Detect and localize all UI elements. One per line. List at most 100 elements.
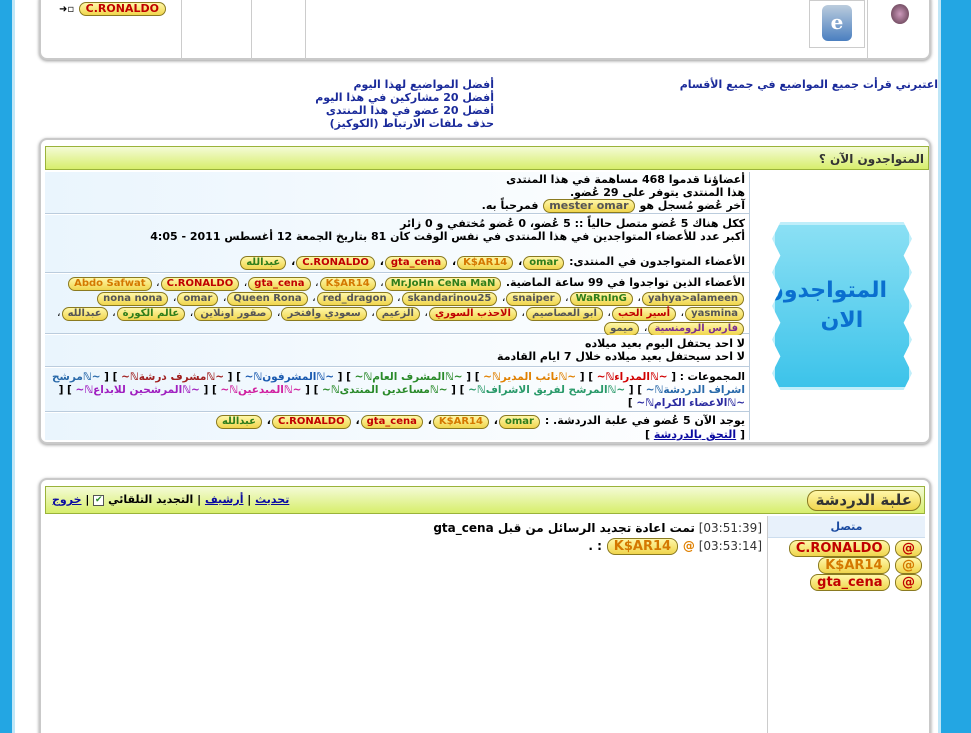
- member-pill[interactable]: omar: [523, 256, 565, 270]
- chat-user[interactable]: @ gta_cena: [768, 574, 923, 591]
- chat-archive-link[interactable]: أرشيف: [205, 493, 244, 506]
- member-pill[interactable]: عبدالله: [61, 307, 108, 321]
- member-pill[interactable]: nona nona: [97, 292, 169, 306]
- member-pill[interactable]: snaiper: [506, 292, 561, 306]
- author-pill[interactable]: C.RONALDO: [78, 2, 166, 16]
- chatbox-header: علبة الدردشة تحديث | أرشيف | التجديد الت…: [45, 486, 925, 514]
- link-delete-cookies[interactable]: حذف ملفات الارتباط (الكوكيز): [315, 117, 494, 130]
- member-pill[interactable]: الزعيم: [375, 307, 420, 321]
- stats-posts: أعضاؤنا قدموا 468 مساهمة في هذا المنتدى: [506, 173, 745, 186]
- group-link[interactable]: للابداعℕ~: [76, 384, 126, 396]
- group-link[interactable]: ~ℕالاعضاء الكرامℕ~: [636, 397, 745, 409]
- chat-online-row: يوجد الآن 5 عُضو في علبة الدردشة. : omar…: [45, 413, 749, 441]
- presence-members: الأعضاء المتواجدون في المنتدى: omar، K$A…: [49, 255, 745, 270]
- member-pill[interactable]: Mr.JoHn CeNa MaN: [384, 277, 502, 291]
- member-pill[interactable]: C.RONALDO: [271, 415, 351, 429]
- at-icon: @: [895, 557, 922, 574]
- member-pill[interactable]: عبدالله: [215, 415, 262, 429]
- online-now-text: المتواجدون الان: [765, 278, 887, 333]
- member-pill[interactable]: C.RONALDO: [160, 277, 240, 291]
- chat-logout-link[interactable]: خروج: [52, 493, 82, 506]
- member-pill[interactable]: C.RONALDO: [296, 256, 375, 270]
- member-pill[interactable]: WaRnInG: [569, 292, 633, 306]
- whos-online-box: المتواجدون الآن ؟ المتواجدون الان أعضاؤن…: [39, 138, 931, 444]
- stats-row: أعضاؤنا قدموا 468 مساهمة في هذا المنتدى …: [45, 172, 749, 214]
- member-pill[interactable]: سعودي وافتخر: [281, 307, 367, 321]
- link-top20-posters-today[interactable]: أفضل 20 مشاركين في هذا اليوم: [315, 91, 494, 104]
- birthday-today: لا احد يحتفل اليوم بعيد ميلاده: [585, 337, 745, 350]
- top-profile-strip: e ➜▫ C.RONALDO: [39, 0, 931, 60]
- at-icon: @: [895, 574, 922, 591]
- forum-page: e ➜▫ C.RONALDO اعتبرني قرأت جميع المواضي…: [12, 0, 941, 733]
- mark-read-link[interactable]: اعتبرني قرأت جميع المواضيع في جميع الأقس…: [680, 78, 938, 91]
- group-link[interactable]: ~ℕمشرف درشةℕ~: [121, 371, 224, 383]
- member-pill[interactable]: ابو العصاصيم: [525, 307, 603, 321]
- arrow-icon: ➜▫: [59, 4, 75, 15]
- stats-members: هذا المنتدى يتوفر على 29 عُضو.: [569, 186, 745, 199]
- chatbox-toolbar: تحديث | أرشيف | التجديد التلقائي ✔ | خرو…: [52, 493, 290, 506]
- chat-online-label: يوجد الآن 5 عُضو في علبة الدردشة. :: [544, 414, 745, 427]
- author-cell: ➜▫ C.RONALDO: [59, 2, 167, 16]
- whos-online-title: المتواجدون الآن ؟: [818, 152, 924, 166]
- presence-row: ككل هناك 5 عُضو متصل حالياً :: 5 عُضو، 0…: [45, 215, 749, 273]
- link-top20-members[interactable]: أفضل 20 عضو في هذا المنتدى: [315, 104, 494, 117]
- online-info: أعضاؤنا قدموا 468 مساهمة في هذا المنتدى …: [45, 172, 749, 441]
- member-pill[interactable]: gta_cena: [248, 277, 311, 291]
- member-pill[interactable]: ميمو: [604, 322, 640, 336]
- quick-links: أفضل المواضيع لهذا اليوم أفضل 20 مشاركين…: [315, 78, 494, 130]
- link-top-topics-today[interactable]: أفضل المواضيع لهذا اليوم: [315, 78, 494, 91]
- chatbox: علبة الدردشة تحديث | أرشيف | التجديد الت…: [39, 478, 931, 733]
- last24-label: الأعضاء الذين تواجدوا في 99 ساعة الماضية…: [505, 276, 745, 289]
- chat-message: [03:51:39] تمت اعادة تجديد الرسائل من قب…: [433, 521, 762, 535]
- member-pill[interactable]: omar: [177, 292, 219, 306]
- chat-message: [03:53:14] @ K$AR14 : .: [588, 538, 762, 555]
- member-pill[interactable]: red_dragon: [316, 292, 393, 306]
- member-pill[interactable]: الاحذب السوري: [428, 307, 517, 321]
- member-pill[interactable]: skandarinou25: [401, 292, 498, 306]
- member-pill[interactable]: عالم الكورة: [116, 307, 186, 321]
- chat-users-panel: متصل @ C.RONALDO @ K$AR14 @ gta_cena: [767, 516, 925, 733]
- member-pill[interactable]: omar: [498, 415, 540, 429]
- auto-refresh-checkbox[interactable]: ✔: [93, 494, 105, 506]
- member-pill[interactable]: Queen Rona: [227, 292, 308, 306]
- member-pill[interactable]: Abdo Safwat: [68, 277, 152, 291]
- member-pill[interactable]: yahya>alameen: [641, 292, 744, 306]
- ie-logo-icon: e: [809, 0, 865, 48]
- member-pill[interactable]: K$AR14: [319, 277, 376, 291]
- group-link[interactable]: ~ℕالمبدعينℕ~: [220, 384, 301, 396]
- member-pill[interactable]: فارس الرومنسية: [648, 322, 744, 336]
- group-link[interactable]: ~ℕالمرشحين: [129, 384, 199, 396]
- stats-last-member: آخر عُضو مُسجل هو mester omar فمرحباً به…: [481, 199, 745, 213]
- group-link[interactable]: ~ℕمساعدين المنتدىℕ~: [322, 384, 447, 396]
- online-now-badge: المتواجدون الان: [772, 222, 912, 390]
- group-link[interactable]: ~ℕالمدراءℕ~: [597, 371, 668, 383]
- auto-refresh-label: التجديد التلقائي: [108, 493, 194, 506]
- birthday-row: لا احد يحتفل اليوم بعيد ميلاده لا احد سي…: [45, 335, 749, 367]
- member-pill[interactable]: أسير الحب: [611, 307, 677, 321]
- group-link[interactable]: ~ℕالمشرف العامℕ~: [355, 371, 463, 383]
- member-pill[interactable]: K$AR14: [457, 256, 514, 270]
- group-link[interactable]: ~ℕالمشرفونℕ~: [245, 371, 334, 383]
- member-pill[interactable]: عبدالله: [240, 256, 287, 270]
- presence-count: ككل هناك 5 عُضو متصل حالياً :: 5 عُضو، 0…: [400, 217, 745, 230]
- member-pill[interactable]: صقور اونلاين: [194, 307, 273, 321]
- last-member-pill[interactable]: mester omar: [543, 199, 635, 213]
- chat-author-pill[interactable]: K$AR14: [606, 538, 679, 555]
- member-pill[interactable]: K$AR14: [432, 415, 489, 429]
- groups-row: المجموعات : [ ~ℕالمدراءℕ~ ] [ ~ℕنائب الم…: [45, 368, 749, 412]
- group-link[interactable]: ~ℕنائب المديرℕ~: [483, 371, 576, 383]
- join-chat-link[interactable]: التحق بالدردشة: [654, 428, 736, 441]
- avatar: [891, 4, 909, 24]
- groups-label: المجموعات :: [679, 371, 745, 383]
- chat-user[interactable]: @ C.RONALDO: [768, 540, 923, 557]
- member-pill[interactable]: gta_cena: [384, 256, 448, 270]
- member-pill[interactable]: yasmina: [685, 307, 744, 321]
- presence-label: الأعضاء المتواجدون في المنتدى:: [569, 255, 745, 268]
- last24-row: الأعضاء الذين تواجدوا في 99 ساعة الماضية…: [45, 274, 749, 336]
- group-link[interactable]: ~ℕالمرشح لفريق الاشرافℕ~: [468, 384, 625, 396]
- chat-user[interactable]: @ K$AR14: [768, 557, 923, 574]
- avatar-cell: [867, 0, 929, 60]
- whos-online-header: المتواجدون الآن ؟: [45, 146, 929, 170]
- member-pill[interactable]: gta_cena: [360, 415, 423, 429]
- chat-refresh-link[interactable]: تحديث: [255, 493, 289, 506]
